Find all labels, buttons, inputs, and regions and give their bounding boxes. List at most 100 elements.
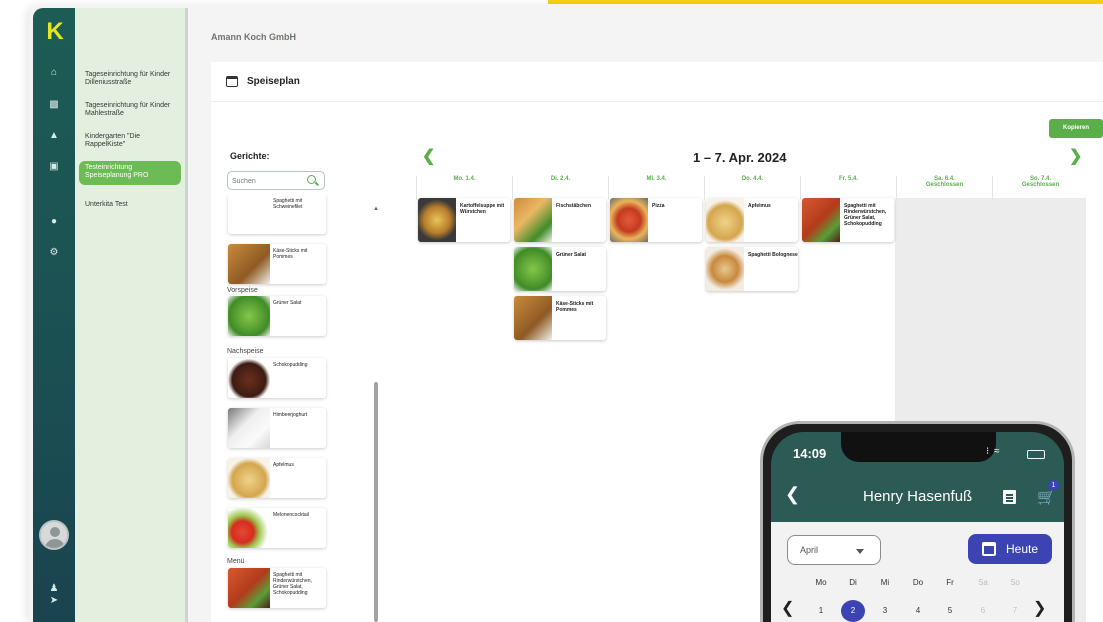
- icon-rail: K ⌂ ▩ ▲ ▣ ● ⚙ ♟ ➤: [33, 8, 75, 622]
- dish-image: [228, 296, 270, 336]
- meal-card[interactable]: Pizza: [610, 198, 702, 242]
- dish-list: Spaghetti mit Schweinefilet Käse-Sticks …: [211, 194, 411, 622]
- signal-wifi-icon: ⁝ ≈: [986, 446, 1001, 457]
- dish-name: Fischstäbchen: [556, 203, 592, 209]
- date-cell[interactable]: 6: [971, 600, 995, 622]
- sidebar-item-rappelkiste[interactable]: Kindergarten "Die RappelKiste": [79, 130, 181, 152]
- weekday-label: Mo: [815, 578, 827, 587]
- dish-item[interactable]: Schokopudding: [228, 358, 326, 398]
- closed-label: Geschlossen: [925, 182, 964, 188]
- dish-item[interactable]: Apfelmus: [228, 458, 326, 498]
- dish-name: Grüner Salat: [556, 252, 587, 258]
- chevron-down-icon: [856, 549, 864, 554]
- date-cell[interactable]: 7: [1003, 600, 1027, 622]
- today-button[interactable]: Heute: [968, 534, 1052, 564]
- dish-image: [228, 458, 270, 498]
- meal-card[interactable]: Fischstäbchen: [514, 198, 606, 242]
- meal-card[interactable]: Käse-Sticks mit Pommes: [514, 296, 606, 340]
- gear-icon[interactable]: ⚙: [47, 246, 61, 260]
- dish-image: [610, 198, 648, 242]
- battery-icon: [1027, 450, 1045, 459]
- copy-button[interactable]: Kopieren: [1049, 119, 1103, 138]
- weekday-label: Mi: [880, 578, 890, 587]
- app-logo[interactable]: K: [41, 16, 69, 48]
- dish-name: Himbeerjoghurt: [273, 412, 308, 418]
- meal-card[interactable]: Apfelmus: [706, 198, 798, 242]
- closed-label: Geschlossen: [1021, 182, 1060, 188]
- dish-image: [706, 247, 744, 291]
- month-select[interactable]: April: [787, 535, 881, 565]
- dish-name: Spaghetti mit Rinderwürstchen, Grüner Sa…: [844, 203, 887, 227]
- sidebar-item-unterkita[interactable]: Unterkita Test: [79, 198, 181, 212]
- category-label: Nachspeise: [227, 348, 264, 355]
- date-cell-selected[interactable]: 2: [841, 600, 865, 622]
- previous-week-button[interactable]: ❮: [422, 146, 435, 166]
- day-header-fr: Fr. 5.4.: [800, 176, 896, 200]
- search-input[interactable]: [232, 175, 302, 187]
- day-header-di: Di. 2.4.: [512, 176, 608, 200]
- dish-item[interactable]: Grüner Salat: [228, 296, 326, 336]
- dish-image: [706, 198, 744, 242]
- dish-image: [228, 508, 270, 548]
- dish-image: [514, 198, 552, 242]
- dish-name: Spaghetti Bolognese: [748, 252, 798, 258]
- dish-item[interactable]: Spaghetti mit Schweinefilet: [228, 194, 326, 234]
- back-arrow-icon[interactable]: ❮: [785, 484, 800, 505]
- home-icon[interactable]: ⌂: [47, 66, 61, 80]
- calendar-next-button[interactable]: ❯: [1033, 598, 1046, 618]
- calendar-prev-button[interactable]: ❮: [781, 598, 794, 618]
- dish-list-scrollbar[interactable]: [374, 382, 378, 622]
- next-week-button[interactable]: ❯: [1069, 146, 1082, 166]
- day-label: Di. 2.4.: [550, 176, 571, 182]
- dish-item[interactable]: Spaghetti mit Rinderwürstchen, Grüner Sa…: [228, 568, 326, 608]
- category-label: Menü: [227, 558, 245, 565]
- day-header-do: Do. 4.4.: [704, 176, 800, 200]
- search-icon[interactable]: [307, 175, 316, 184]
- day-label: Do. 4.4.: [741, 176, 764, 182]
- phone-mockup: 14:09 ⁝ ≈ ❮ Henry Hasenfuß 🛒 1 April Heu…: [760, 421, 1075, 622]
- day-header-sa: Sa. 6.4. Geschlossen: [896, 176, 992, 200]
- day-label: Mo. 1.4.: [453, 176, 476, 182]
- list-icon[interactable]: [1003, 490, 1016, 504]
- day-label: Mi. 3.4.: [646, 176, 667, 182]
- weekday-label: Sa: [978, 578, 988, 587]
- date-cell[interactable]: 4: [906, 600, 930, 622]
- month-value: April: [800, 545, 819, 555]
- day-header-so: So. 7.4. Geschlossen: [992, 176, 1088, 200]
- dish-image: [228, 244, 270, 284]
- meal-card[interactable]: Spaghetti mit Rinderwürstchen, Grüner Sa…: [802, 198, 894, 242]
- meal-card[interactable]: Grüner Salat: [514, 247, 606, 291]
- layers-icon[interactable]: ▩: [47, 98, 61, 112]
- facility-sidebar: Tageseinrichtung für Kinder Dilleniusstr…: [75, 8, 185, 622]
- weekday-label: Di: [849, 578, 857, 587]
- date-cell[interactable]: 3: [873, 600, 897, 622]
- calendar-icon: [982, 542, 996, 556]
- dish-item[interactable]: Melonencocktail: [228, 508, 326, 548]
- dish-name: Spaghetti mit Rinderwürstchen, Grüner Sa…: [273, 572, 312, 596]
- scroll-up-arrow[interactable]: ▲: [373, 206, 379, 212]
- dish-image: [228, 194, 270, 234]
- dish-name: Apfelmus: [748, 203, 771, 209]
- dish-image: [228, 408, 270, 448]
- logout-icon[interactable]: ➤: [47, 594, 61, 608]
- app-window: K ⌂ ▩ ▲ ▣ ● ⚙ ♟ ➤ Tageseinrichtung für K…: [29, 4, 1103, 622]
- meal-card[interactable]: Spaghetti Bolognese: [706, 247, 798, 291]
- sidebar-item-testeinrichtung[interactable]: Testeinrichtung Speiseplanung PRO: [79, 161, 181, 185]
- phone-notch: [841, 432, 996, 462]
- date-cell[interactable]: 5: [938, 600, 962, 622]
- dish-item[interactable]: Käse-Sticks mit Pommes: [228, 244, 326, 284]
- users-icon[interactable]: ●: [47, 215, 61, 229]
- dish-item[interactable]: Himbeerjoghurt: [228, 408, 326, 448]
- sidebar-item-mahlestrasse[interactable]: Tageseinrichtung für Kinder Mahlestraße: [79, 99, 181, 121]
- meal-card[interactable]: Kartoffelsuppe mit Würstchen: [418, 198, 510, 242]
- avatar[interactable]: [39, 520, 69, 550]
- weekday-label: Fr: [946, 578, 954, 587]
- dish-name: Spaghetti mit Schweinefilet: [273, 198, 303, 210]
- upload-icon[interactable]: ▲: [47, 129, 61, 143]
- dish-search[interactable]: [227, 171, 325, 190]
- dish-image: [228, 358, 270, 398]
- card-header: Speiseplan: [211, 62, 1103, 102]
- calendar-icon[interactable]: ▣: [47, 160, 61, 174]
- sidebar-item-dilleniusstrasse[interactable]: Tageseinrichtung für Kinder Dilleniusstr…: [79, 68, 181, 90]
- date-cell[interactable]: 1: [809, 600, 833, 622]
